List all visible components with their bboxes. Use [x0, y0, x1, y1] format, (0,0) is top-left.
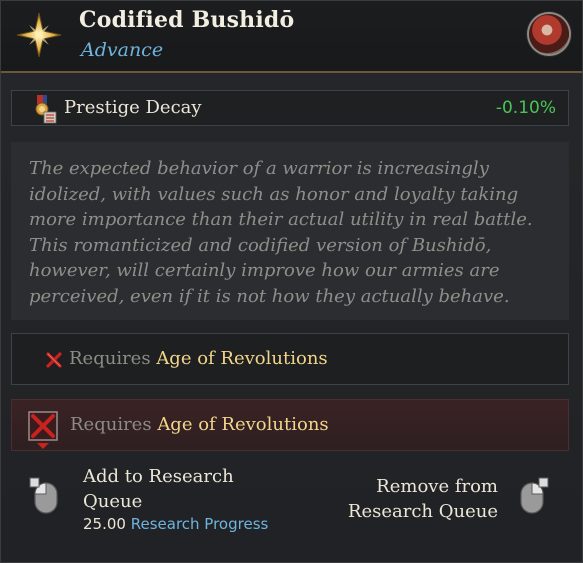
modifier-label: Prestige Decay: [64, 97, 202, 118]
add-to-research-queue-action[interactable]: Add to Research Queue: [83, 464, 234, 514]
action-label-line: Add to Research: [83, 466, 234, 487]
unmet-cross-icon: [46, 352, 62, 368]
advance-tooltip: Codified Bushidō Advance Prestige Decay …: [0, 0, 583, 563]
prestige-medal-icon: [35, 95, 57, 124]
action-label-line: Remove from: [376, 476, 498, 497]
requirement-text: Requires Age of Revolutions: [69, 348, 328, 369]
modifier-row: Prestige Decay -0.10%: [11, 90, 569, 126]
action-label-line: Research Queue: [347, 501, 498, 522]
advance-title: Codified Bushidō: [79, 7, 295, 33]
research-progress: 25.00 Research Progress: [83, 515, 268, 533]
gold-star-icon: [16, 12, 62, 58]
character-portrait[interactable]: [529, 14, 569, 54]
unmet-requirement-icon: [28, 411, 58, 449]
action-label-line: Queue: [83, 491, 143, 512]
left-click-mouse-icon: [29, 477, 58, 514]
requirement-prefix: Requires: [70, 414, 152, 435]
modifier-value: -0.10%: [495, 98, 556, 118]
required-age-name: Age of Revolutions: [156, 348, 328, 369]
research-progress-label: Research Progress: [130, 515, 269, 533]
requirement-row-highlighted: Requires Age of Revolutions: [11, 399, 569, 451]
remove-from-research-queue-action[interactable]: Remove from Research Queue: [348, 474, 498, 524]
tooltip-header: Codified Bushidō Advance: [1, 1, 582, 73]
right-click-mouse-icon: [520, 477, 549, 514]
requirement-prefix: Requires: [69, 348, 151, 369]
requirement-row: Requires Age of Revolutions: [11, 333, 569, 385]
advance-description: The expected behavior of a warrior is in…: [11, 142, 569, 320]
advance-type-label: Advance: [81, 39, 164, 61]
requirement-text: Requires Age of Revolutions: [70, 414, 329, 435]
research-progress-value: 25.00: [83, 515, 126, 533]
required-age-name: Age of Revolutions: [157, 414, 329, 435]
